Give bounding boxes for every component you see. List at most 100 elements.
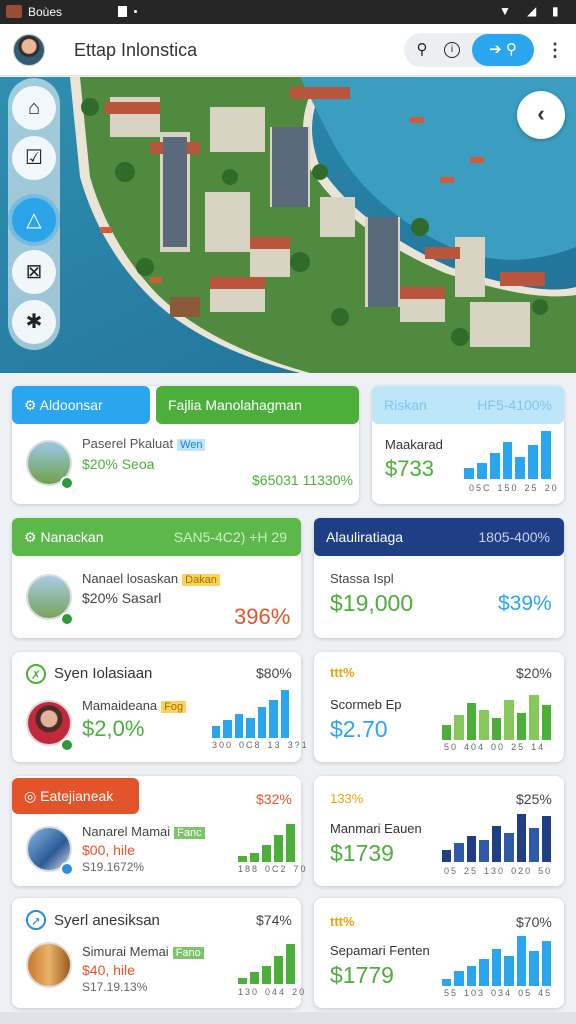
card-title: Syerl anesiksan: [54, 912, 160, 929]
bar: [262, 844, 271, 862]
tick-label: 13: [267, 740, 282, 750]
runner-icon: ➚: [26, 910, 46, 930]
chart-ticks: 05C 150 25 20: [469, 483, 565, 493]
tick-label: 300: [212, 740, 234, 750]
card-sepamari[interactable]: ttt% $70% Sepamari Fenten $1779 55 103 034…: [314, 898, 564, 1008]
tick-label: 50: [538, 866, 553, 876]
mini-bar-chart: [442, 690, 554, 740]
tab-eatejianeak[interactable]: ◎ Eatejianeak: [12, 778, 139, 814]
tick-label: 188: [238, 864, 260, 874]
card-value: $733: [385, 456, 434, 481]
card-scormeb[interactable]: ttt% $20% Scormeb Ep $2.70 50 404 00 25 14: [314, 652, 564, 762]
tag-icon: ⚙: [24, 529, 41, 545]
bar: [250, 852, 259, 862]
card-value: $1739: [330, 840, 394, 866]
chevron-left-icon: ‹: [537, 101, 545, 126]
bar: [491, 948, 502, 986]
tick-label: 020: [511, 866, 533, 876]
info-icon[interactable]: i: [444, 42, 460, 58]
bar: [442, 978, 452, 986]
bar: [466, 966, 477, 986]
tab-nanackan[interactable]: ⚙ Nanackan SAN5-4C2) +H 29: [12, 518, 301, 556]
card-label: Manmari Eauen: [330, 821, 422, 836]
tick-label: 404: [464, 742, 486, 752]
bar: [454, 971, 464, 986]
tab-aldoonsar[interactable]: ⚙ Aldoonsar: [12, 386, 150, 424]
bar: [454, 715, 464, 740]
card-value: $1779: [330, 962, 394, 988]
bar: [238, 978, 247, 984]
avatar[interactable]: [13, 34, 45, 66]
bar: [280, 690, 289, 738]
card-value: $2.70: [330, 716, 388, 742]
tab-label: Fajlia Manolahagman: [168, 397, 302, 413]
chart-ticks: 188 0C2 70: [238, 864, 314, 874]
card-pct: $74%: [256, 912, 292, 928]
card-name: Paserel Pkaluat Wen: [82, 436, 206, 451]
card-alauliratiaga[interactable]: Alauliratiaga 1805-400% Stassa Ispl $19,…: [314, 518, 564, 638]
person-tag: Fano: [172, 947, 204, 959]
bar: [529, 695, 539, 740]
gear-icon: ✱: [25, 311, 43, 333]
card-pct: $32%: [256, 791, 292, 807]
bar: [516, 712, 527, 740]
bar: [516, 936, 527, 986]
bottom-edge: [0, 1012, 576, 1024]
navigate-button[interactable]: △: [12, 198, 56, 242]
city-map[interactable]: [0, 77, 576, 373]
tab-alauliratiaga[interactable]: Alauliratiaga 1805-400%: [314, 518, 564, 556]
map-illustration: [0, 77, 576, 373]
card-eatejianeak[interactable]: ◎ Eatejianeak $32% Nanarel Mamai Fanc $00…: [12, 776, 306, 886]
card-label: Maakarad: [385, 437, 443, 452]
card-big-value: 396%: [234, 604, 291, 629]
search-go-button[interactable]: ➔ ⚲: [472, 34, 534, 66]
card-manmari[interactable]: 133% $25% Manmari Eauen $1739 05 25 130 020…: [314, 776, 564, 886]
bar: [476, 462, 487, 479]
bar: [504, 700, 514, 740]
tick-label: 00: [491, 742, 506, 752]
search-icon[interactable]: ⚲: [412, 40, 432, 60]
card-pct: $39%: [498, 592, 552, 615]
card-pct: $80%: [256, 665, 292, 681]
bar: [516, 814, 527, 862]
task-button[interactable]: ☑: [12, 136, 56, 180]
card-name: Nanarel Mamai Fanc: [82, 824, 205, 839]
back-button[interactable]: ‹: [517, 91, 565, 139]
tick-label: 0C2: [265, 864, 288, 874]
building-thumbnail: [26, 942, 72, 988]
tick-label: 130: [238, 987, 260, 997]
bar: [250, 972, 259, 984]
more-options-icon[interactable]: ⋮: [546, 38, 564, 62]
tab-right-label: 1805-400%: [478, 529, 550, 545]
card-pct: $70%: [516, 914, 552, 930]
card-name: Mamaideana Fog: [82, 698, 187, 713]
card-footer-value: $65031 11330%: [252, 472, 353, 488]
tick-label: 25: [511, 742, 526, 752]
home-button[interactable]: ⌂: [12, 86, 56, 130]
mini-bar-chart: [212, 690, 292, 738]
tick-label: 103: [464, 988, 486, 998]
card-value: $20% Seoa: [82, 456, 155, 472]
bar: [489, 452, 500, 479]
bar: [541, 705, 551, 740]
mini-bar-chart: [442, 814, 554, 862]
card-value: $00, hile: [82, 842, 135, 858]
card-riskan[interactable]: Riskan HF5-4100% Maakarad $733 05C 150 25 2…: [372, 386, 564, 504]
tick-label: 20: [292, 987, 307, 997]
settings-button[interactable]: ✱: [12, 300, 56, 344]
tab-label: Eatejianeak: [40, 788, 114, 804]
card-nanackan[interactable]: ⚙ Nanackan SAN5-4C2) +H 29 Nanael losask…: [12, 518, 301, 638]
tick-label: 20: [544, 483, 559, 493]
bar: [234, 714, 244, 738]
wifi-icon: ▼: [499, 4, 511, 18]
grid-button[interactable]: ⊠: [12, 250, 56, 294]
card-syerl-anesiksan[interactable]: ➚ Syerl anesiksan $74% Simurai Memai Fano…: [12, 898, 304, 1008]
tab-riskan[interactable]: Riskan HF5-4100%: [372, 386, 564, 424]
tab-fajlia[interactable]: Fajlia Manolahagman: [156, 386, 359, 424]
card-syen-iolasiaan[interactable]: ✗ Syen Iolasiaan $80% Mamaideana Fog $2,0…: [12, 652, 307, 762]
tick-label: 150: [497, 483, 519, 493]
chart-ticks: 50 404 00 25 14: [444, 742, 551, 752]
verified-badge-icon: [60, 476, 74, 490]
card-name: Simurai Memai Fano: [82, 944, 204, 959]
card-aldoonsar[interactable]: ⚙ Aldoonsar Fajlia Manolahagman Paserel …: [12, 386, 359, 504]
